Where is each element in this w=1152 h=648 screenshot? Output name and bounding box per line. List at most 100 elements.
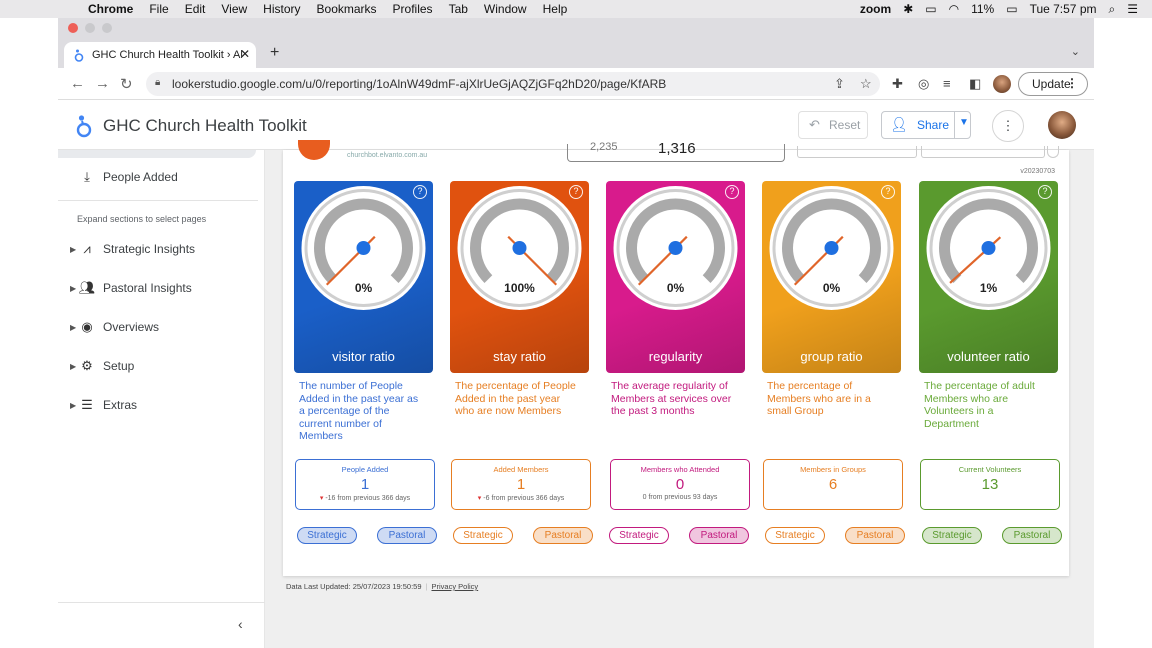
new-tab-button[interactable]: + bbox=[270, 44, 279, 62]
zoom-status[interactable]: zoom bbox=[860, 2, 891, 16]
reload-button[interactable]: ↻ bbox=[120, 75, 133, 93]
regularity-scorecard-value: 0 bbox=[675, 476, 685, 493]
account-avatar[interactable] bbox=[1048, 111, 1076, 139]
filter-help-icon[interactable] bbox=[1047, 146, 1059, 158]
profile-avatar[interactable] bbox=[993, 75, 1011, 93]
footer-separator: | bbox=[425, 582, 428, 591]
tab-close-icon[interactable]: ✕ bbox=[240, 47, 250, 61]
help-icon[interactable]: ? bbox=[881, 185, 895, 199]
share-page-icon[interactable]: ⇪ bbox=[834, 76, 845, 92]
report-title[interactable]: GHC Church Health Toolkit bbox=[103, 116, 307, 136]
volunteer-ratio-strategic-button[interactable]: Strategic bbox=[922, 527, 982, 544]
gear-status-icon[interactable]: ✱ bbox=[903, 2, 913, 16]
visitor-ratio-pastoral-button[interactable]: Pastoral bbox=[377, 527, 437, 544]
share-button[interactable]: 👤︎ Share ▼ bbox=[881, 111, 971, 139]
group-ratio-pastoral-button[interactable]: Pastoral bbox=[845, 527, 905, 544]
extension-icon[interactable]: ◎ bbox=[918, 76, 929, 92]
more-icon: ⋮ bbox=[1066, 76, 1078, 90]
regularity-strategic-button[interactable]: Strategic bbox=[609, 527, 669, 544]
regularity-pastoral-button[interactable]: Pastoral bbox=[689, 527, 749, 544]
nav-pastoral-insights[interactable]: ▶ 👥︎ Pastoral Insights bbox=[58, 277, 258, 299]
stay-ratio-strategic-button[interactable]: Strategic bbox=[453, 527, 513, 544]
nav-people-added[interactable]: ⤓ People Added bbox=[58, 166, 258, 188]
visitor-ratio-strategic-button[interactable]: Strategic bbox=[297, 527, 357, 544]
spotlight-icon[interactable]: ⌕ bbox=[1109, 2, 1116, 17]
volunteer-ratio-pastoral-button[interactable]: Pastoral bbox=[1002, 527, 1062, 544]
zoom-window-button[interactable] bbox=[102, 23, 112, 33]
regularity-gauge-value: 0% bbox=[666, 281, 685, 295]
menu-profiles[interactable]: Profiles bbox=[393, 2, 433, 16]
help-icon[interactable]: ? bbox=[1038, 185, 1052, 199]
caret-right-icon: ▶ bbox=[70, 283, 77, 293]
tab-active[interactable]: GHC Church Health Toolkit › Al ✕ bbox=[64, 42, 256, 68]
lock-icon[interactable]: 🔒︎ bbox=[155, 77, 160, 88]
minimize-window-button[interactable] bbox=[85, 23, 95, 33]
more-options-button[interactable]: ⋮ bbox=[992, 110, 1024, 142]
sidepanel-icon[interactable]: ◧ bbox=[969, 76, 981, 92]
battery-percent[interactable]: 11% bbox=[971, 2, 994, 16]
control-center-icon[interactable]: ☰ bbox=[1127, 2, 1138, 16]
visitor-ratio-change-text: from previous 366 days bbox=[337, 495, 411, 502]
update-button[interactable]: Update ⋮ bbox=[1018, 72, 1088, 96]
group-ratio-gauge-card: ? 0% group ratio bbox=[762, 181, 901, 373]
eye-icon: ◉ bbox=[81, 319, 93, 334]
extensions-icon[interactable]: ✚ bbox=[892, 76, 903, 92]
chevron-down-icon[interactable]: ▼ bbox=[959, 117, 969, 128]
report-page: churchbot.elvanto.com.au 2,235 1,316 v20… bbox=[283, 140, 1069, 576]
menu-file[interactable]: File bbox=[149, 2, 168, 16]
close-window-button[interactable] bbox=[68, 23, 78, 33]
stay-ratio-change-value: -6 bbox=[483, 495, 490, 502]
bookmark-star-icon[interactable]: ☆ bbox=[860, 76, 872, 92]
org-logo bbox=[298, 140, 330, 160]
help-icon[interactable]: ? bbox=[569, 185, 583, 199]
stay-ratio-gauge-value: 100% bbox=[504, 281, 535, 295]
volunteer-ratio-gauge-dial bbox=[926, 186, 1051, 310]
forward-button[interactable]: → bbox=[95, 75, 110, 92]
back-button[interactable]: ← bbox=[70, 75, 85, 92]
share-divider bbox=[954, 112, 955, 138]
menu-history[interactable]: History bbox=[263, 2, 300, 16]
nav-setup[interactable]: ▶ ⚙ Setup bbox=[58, 355, 258, 377]
group-ratio-strategic-button[interactable]: Strategic bbox=[765, 527, 825, 544]
menu-view[interactable]: View bbox=[221, 2, 247, 16]
battery-icon[interactable]: ▭ bbox=[1006, 2, 1017, 16]
nav-setup-label: Setup bbox=[103, 359, 135, 373]
menu-help[interactable]: Help bbox=[543, 2, 568, 16]
volunteer-ratio-gauge-title: volunteer ratio bbox=[947, 349, 1030, 364]
collapse-sidebar-icon[interactable]: ‹ bbox=[238, 616, 243, 632]
stay-ratio-gauge-dial bbox=[457, 186, 582, 310]
menu-tab[interactable]: Tab bbox=[449, 2, 468, 16]
volunteer-ratio-gauge-card: ? 1% volunteer ratio bbox=[919, 181, 1058, 373]
org-url: churchbot.elvanto.com.au bbox=[347, 152, 428, 159]
url-text: lookerstudio.google.com/u/0/reporting/1o… bbox=[172, 77, 667, 91]
menu-app-name[interactable]: Chrome bbox=[88, 2, 133, 16]
share-label: Share bbox=[917, 118, 950, 132]
nav-overviews[interactable]: ▶ ◉ Overviews bbox=[58, 316, 258, 338]
kpi-right-value: 1,316 bbox=[658, 140, 696, 157]
menu-window[interactable]: Window bbox=[484, 2, 527, 16]
menu-bookmarks[interactable]: Bookmarks bbox=[317, 2, 377, 16]
menu-edit[interactable]: Edit bbox=[185, 2, 206, 16]
privacy-policy-link[interactable]: Privacy Policy bbox=[431, 582, 478, 591]
wifi-icon[interactable]: ◠ bbox=[949, 2, 959, 16]
visitor-ratio-scorecard-title: People Added bbox=[341, 465, 389, 474]
media-icon[interactable]: ≡ bbox=[943, 76, 951, 91]
reset-button[interactable]: ↶ Reset bbox=[798, 111, 868, 139]
display-icon[interactable]: ▭ bbox=[925, 2, 936, 16]
stay-ratio-pastoral-button[interactable]: Pastoral bbox=[533, 527, 593, 544]
tab-title: GHC Church Health Toolkit › Al bbox=[92, 49, 243, 61]
filter-control[interactable] bbox=[797, 146, 917, 158]
help-icon[interactable]: ? bbox=[413, 185, 427, 199]
help-icon[interactable]: ? bbox=[725, 185, 739, 199]
regularity-gauge-card: ? 0% regularity bbox=[606, 181, 745, 373]
nav-extras-label: Extras bbox=[103, 398, 138, 412]
nav-strategic-insights[interactable]: ▶ ⩘ Strategic Insights bbox=[58, 238, 258, 260]
visitor-ratio-gauge-card: ? 0% visitor ratio bbox=[294, 181, 433, 373]
people-icon: 👥︎ bbox=[78, 280, 96, 295]
clock[interactable]: Tue 7:57 pm bbox=[1030, 2, 1097, 16]
filter-control[interactable] bbox=[921, 146, 1045, 158]
address-bar[interactable]: 🔒︎ lookerstudio.google.com/u/0/reporting… bbox=[146, 72, 880, 96]
nav-extras[interactable]: ▶ ☰ Extras bbox=[58, 394, 258, 416]
group-ratio-gauge-title: group ratio bbox=[800, 349, 863, 364]
tab-search-icon[interactable]: ⌄ bbox=[1071, 45, 1080, 58]
